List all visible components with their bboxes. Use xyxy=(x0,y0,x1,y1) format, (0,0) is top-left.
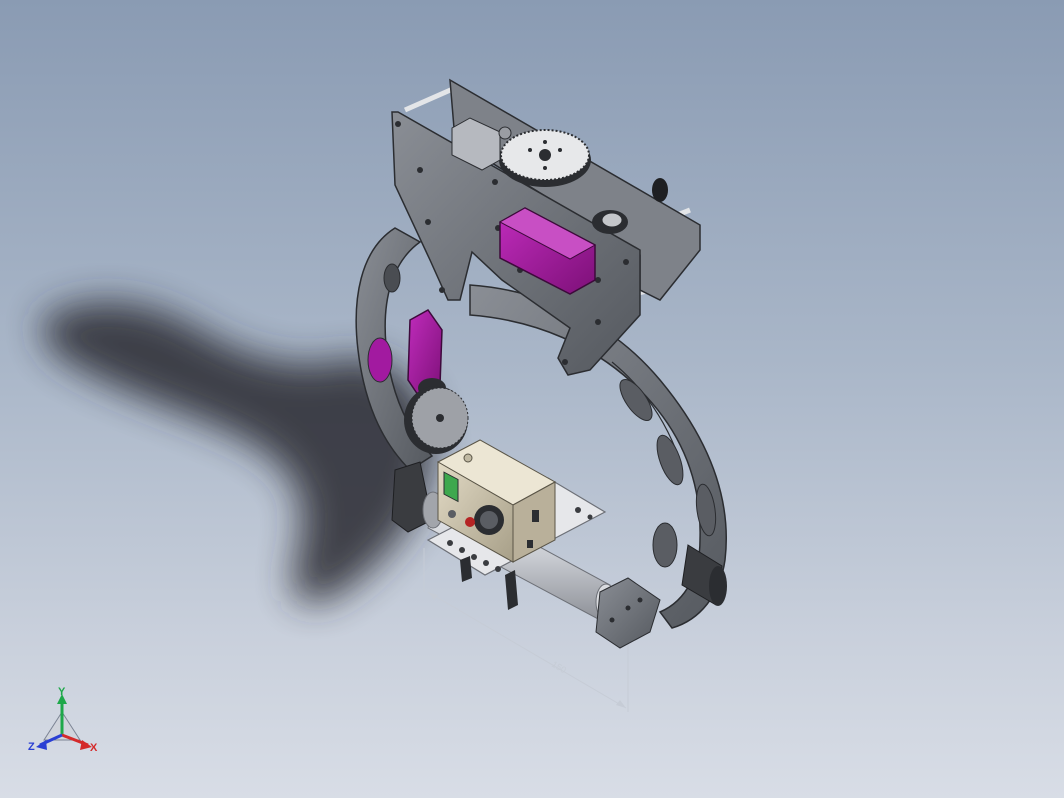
cad-viewport[interactable]: 150 Y X Z xyxy=(0,0,1064,798)
record-indicator xyxy=(465,517,475,527)
coordinate-triad[interactable]: Y X Z xyxy=(28,686,98,754)
right-arc-slot xyxy=(652,522,678,568)
y-axis-label: Y xyxy=(58,686,66,698)
pan-gear[interactable] xyxy=(592,210,628,234)
motor-stub xyxy=(652,178,668,202)
gimbal-assembly-model[interactable]: 150 Y X Z xyxy=(0,0,1064,798)
shutter-button xyxy=(463,453,473,463)
z-axis-label: Z xyxy=(28,741,35,753)
camera-port xyxy=(532,510,539,522)
left-arc-slot xyxy=(383,263,401,293)
top-gear[interactable] xyxy=(499,129,591,187)
left-arc-slot xyxy=(367,337,393,383)
x-axis-label: X xyxy=(90,742,98,754)
